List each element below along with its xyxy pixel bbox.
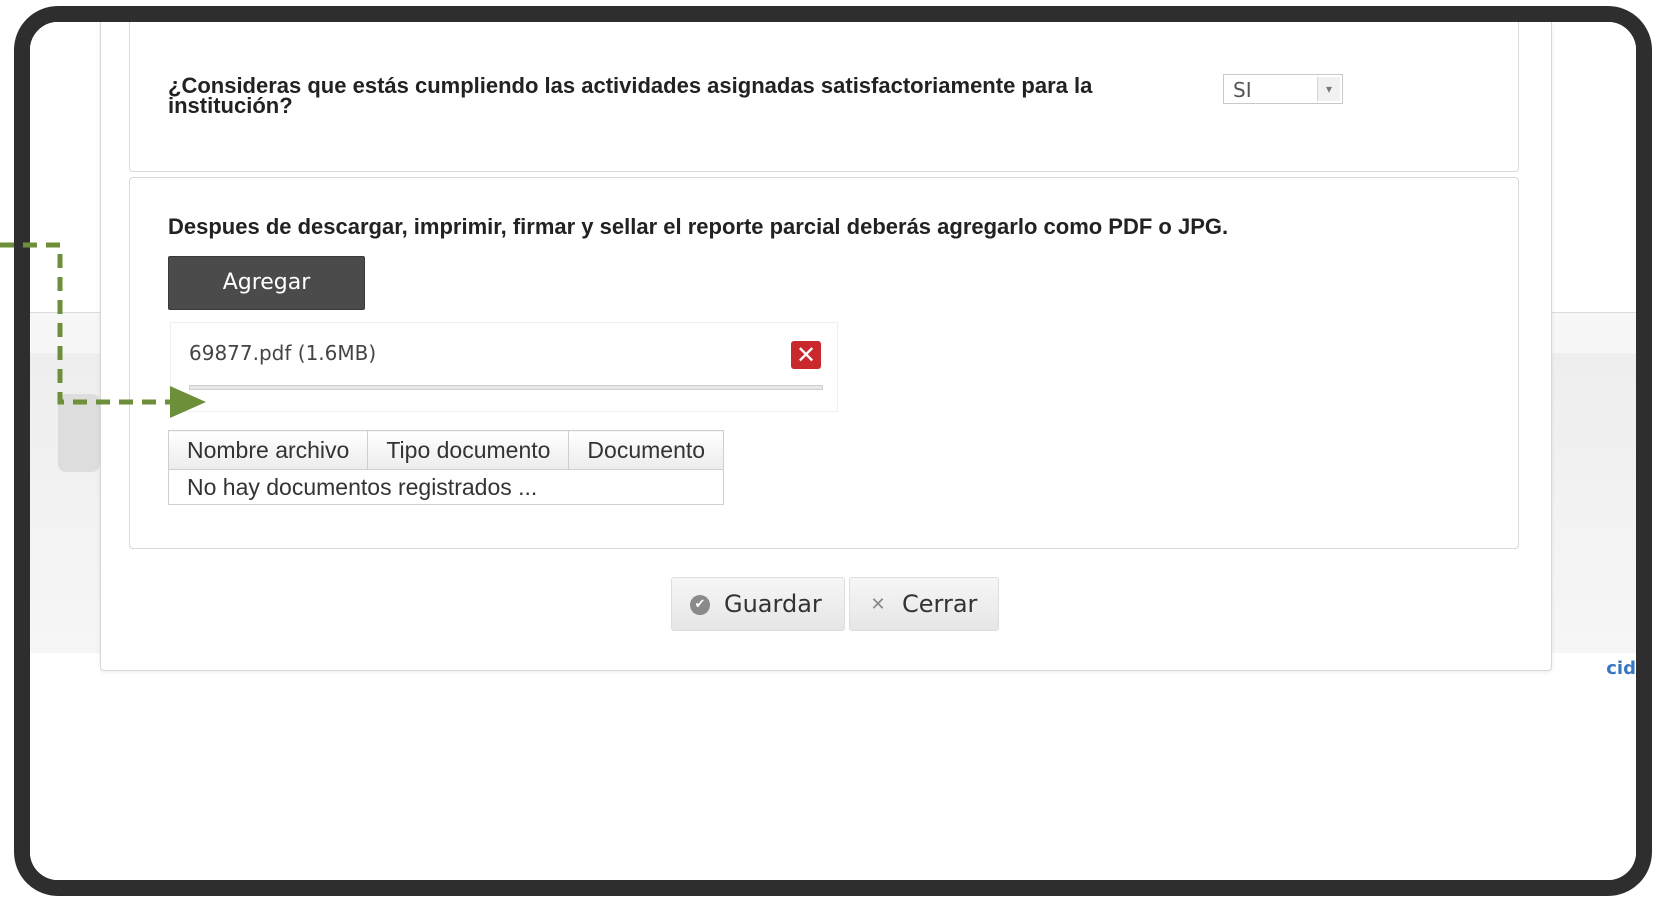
chevron-down-icon[interactable]: ▾ [1317, 77, 1340, 101]
answer-select[interactable]: SI ▾ [1223, 74, 1343, 104]
documents-table: Nombre archivo Tipo documento Documento … [167, 430, 725, 505]
question-text: ¿Consideras que estás cumpliendo las act… [168, 73, 1093, 118]
empty-table-message: No hay documentos registrados ... [167, 469, 725, 505]
report-modal: ¿Consideras que estás cumpliendo las act… [100, 22, 1552, 671]
upload-progress-fill [190, 386, 822, 389]
question-panel: ¿Consideras que estás cumpliendo las act… [129, 22, 1519, 172]
upload-progress-bar [189, 385, 823, 390]
cancel-button[interactable]: ✕ Cerrar [849, 577, 999, 631]
device-frame: cid ¿Consideras que estás cumpliendo las… [14, 6, 1652, 896]
add-file-button[interactable]: Agregar [168, 256, 365, 310]
upload-panel: Despues de descargar, imprimir, firmar y… [129, 177, 1519, 549]
check-circle-icon: ✔ [690, 595, 710, 615]
save-button[interactable]: ✔ Guardar [671, 577, 845, 631]
save-button-label: Guardar [724, 590, 822, 618]
table-row: No hay documentos registrados ... [167, 469, 725, 505]
column-header[interactable]: Documento [568, 430, 725, 470]
upload-instruction: Despues de descargar, imprimir, firmar y… [168, 214, 1229, 239]
answer-select-value: SI [1233, 78, 1252, 102]
cancel-button-label: Cerrar [902, 590, 978, 618]
file-name: 69877.pdf (1.6MB) [189, 341, 377, 365]
screen: cid ¿Consideras que estás cumpliendo las… [30, 22, 1636, 880]
close-icon[interactable]: ✕ [791, 341, 821, 369]
table-header-row: Nombre archivo Tipo documento Documento [167, 430, 725, 470]
column-header[interactable]: Tipo documento [367, 430, 570, 470]
uploaded-file-item: 69877.pdf (1.6MB) ✕ [170, 322, 838, 412]
column-header[interactable]: Nombre archivo [167, 430, 369, 470]
x-icon: ✕ [870, 594, 886, 615]
background-link[interactable]: cid [1606, 658, 1636, 679]
institution-logo [58, 394, 100, 472]
